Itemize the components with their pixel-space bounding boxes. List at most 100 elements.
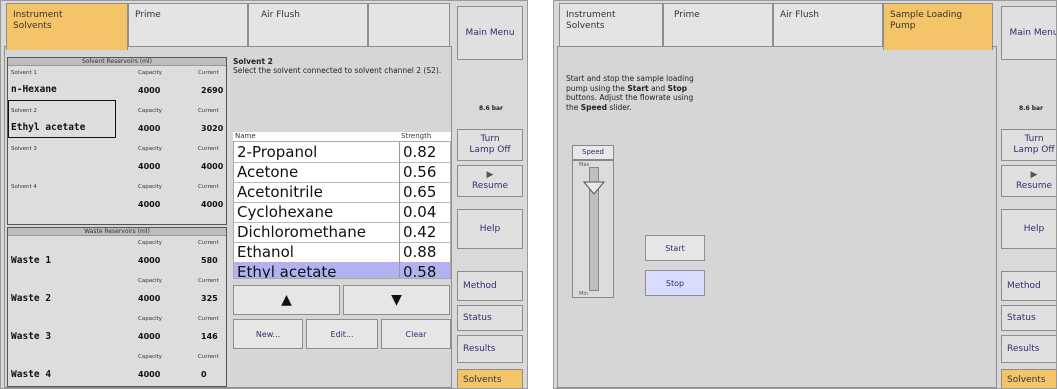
solvent-list-strength: 0.65 (399, 182, 450, 202)
help-button[interactable]: Help (1001, 209, 1056, 249)
solvent-list-name: Ethyl acetate (237, 263, 337, 279)
status-button[interactable]: Status (457, 305, 523, 331)
solvent-reservoir-row[interactable]: Solvent 3 Capacity Current 4000 4000 (8, 143, 226, 181)
current-label: Current (198, 316, 219, 322)
solvent-reservoirs-panel: Solvent Reservoirs (ml) Solvent 1 Capaci… (7, 57, 227, 225)
capacity-label: Capacity (138, 108, 163, 114)
solvent-list-item[interactable]: Acetonitrile 0.65 (234, 182, 450, 203)
results-button[interactable]: Results (457, 335, 523, 363)
tab-instrument-solvents[interactable]: Instrument Solvents (6, 3, 128, 50)
solvent-list-strength: 0.42 (399, 222, 450, 242)
capacity-value: 4000 (138, 124, 161, 133)
tab-instrument-solvents[interactable]: Instrument Solvents (559, 3, 663, 47)
turn-lamp-off-button[interactable]: Turn Lamp Off (457, 129, 523, 161)
solvent-list-header: Name Strength (233, 132, 451, 141)
capacity-label: Capacity (138, 354, 163, 360)
pressure-readout: 8.6 bar (479, 105, 504, 112)
resume-button[interactable]: ▶ Resume (457, 165, 523, 197)
solvent-list-item[interactable]: Ethyl acetate 0.58 (234, 262, 450, 279)
solvent-reservoir-row[interactable]: Solvent 4 Capacity Current 4000 4000 (8, 181, 226, 219)
solvents-button[interactable]: Solvents (457, 369, 523, 388)
scroll-up-button[interactable]: ▲ (233, 285, 340, 315)
main-menu-button[interactable]: Main Menu (1001, 6, 1056, 60)
current-value: 146 (201, 332, 218, 341)
clear-button[interactable]: Clear (381, 319, 451, 349)
tab-air-flush[interactable]: Air Flush (773, 3, 883, 47)
waste-name: Waste 1 (11, 255, 52, 266)
capacity-value: 4000 (138, 86, 161, 95)
current-label: Current (198, 108, 219, 114)
instruction-speed-word: Speed (580, 102, 608, 112)
slider-thumb[interactable] (582, 180, 606, 195)
capacity-label: Capacity (138, 316, 163, 322)
current-value: 4000 (201, 200, 224, 209)
sample-loading-pump-screen: Instrument Solvents Prime Air Flush Samp… (553, 0, 1057, 389)
help-button[interactable]: Help (457, 209, 523, 249)
waste-reservoir-row: Capacity Current Waste 2 4000 325 (8, 275, 226, 313)
solvent-list-item[interactable]: Acetone 0.56 (234, 162, 450, 183)
solvent-list-item[interactable]: 2-Propanol 0.82 (234, 142, 450, 163)
solvent-list-strength: 0.82 (399, 142, 450, 162)
method-button[interactable]: Method (1001, 271, 1056, 301)
instruction-text: Select the solvent connected to solvent … (233, 66, 442, 75)
stop-button[interactable]: Stop (645, 270, 705, 296)
method-button[interactable]: Method (457, 271, 523, 301)
start-button[interactable]: Start (645, 235, 705, 261)
name-column-header: Name (235, 132, 256, 140)
tab-prime[interactable]: Prime (663, 3, 773, 47)
instruction-start-word: Start (627, 83, 649, 93)
solvent-list[interactable]: 2-Propanol 0.82 Acetone 0.56 Acetonitril… (233, 141, 451, 279)
capacity-value: 4000 (138, 256, 161, 265)
turn-lamp-off-button[interactable]: Turn Lamp Off (1001, 129, 1056, 161)
strength-column-header: Strength (401, 132, 432, 140)
new-button[interactable]: New... (233, 319, 303, 349)
solvent-list-strength: 0.56 (399, 162, 450, 182)
current-value: 0 (201, 370, 207, 379)
solvent-list-item[interactable]: Cyclohexane 0.04 (234, 202, 450, 223)
capacity-value: 4000 (138, 200, 161, 209)
instruction-title: Solvent 2 (233, 57, 273, 66)
solvents-screen: Instrument Solvents Prime Air Flush Solv… (0, 0, 528, 389)
speed-label: Speed (572, 145, 614, 160)
tab-sample-loading-pump[interactable]: Sample Loading Pump (883, 3, 993, 50)
current-label: Current (198, 70, 219, 76)
resume-button[interactable]: ▶ Resume (1001, 165, 1056, 197)
resume-label: Resume (471, 181, 509, 191)
solvent-slot-label: Solvent 1 (11, 70, 37, 76)
edit-button[interactable]: Edit... (306, 319, 378, 349)
solvent-list-strength: 0.04 (399, 202, 450, 222)
solvent-list-item[interactable]: Ethanol 0.88 (234, 242, 450, 263)
main-menu-button[interactable]: Main Menu (457, 6, 523, 60)
waste-name: Waste 2 (11, 293, 52, 304)
solvent-name: n-Hexane (11, 84, 57, 95)
instruction-text-4: slider. (607, 102, 632, 112)
status-button[interactable]: Status (1001, 305, 1056, 331)
current-label: Current (198, 240, 219, 246)
waste-reservoirs-panel: Waste Reservoirs (ml) Capacity Current W… (7, 227, 227, 387)
pump-instruction: Start and stop the sample loading pump u… (566, 74, 696, 112)
capacity-label: Capacity (138, 240, 163, 246)
capacity-value: 4000 (138, 370, 161, 379)
current-label: Current (198, 278, 219, 284)
current-value: 580 (201, 256, 218, 265)
tab-prime[interactable]: Prime (128, 3, 248, 47)
current-value: 2690 (201, 86, 224, 95)
waste-reservoir-row: Capacity Current Waste 4 4000 0 (8, 351, 226, 388)
solvents-button[interactable]: Solvents (1001, 369, 1056, 388)
waste-reservoir-row: Capacity Current Waste 3 4000 146 (8, 313, 226, 351)
scroll-down-button[interactable]: ▼ (343, 285, 450, 315)
slider-max-label: Max (579, 162, 590, 168)
solvent-slot-label: Solvent 4 (11, 184, 37, 190)
tab-empty (368, 3, 450, 47)
capacity-value: 4000 (138, 162, 161, 171)
solvent-list-name: Dichloromethane (237, 223, 366, 241)
solvent-slot-label: Solvent 3 (11, 146, 37, 152)
results-button[interactable]: Results (1001, 335, 1056, 363)
solvent-list-item[interactable]: Dichloromethane 0.42 (234, 222, 450, 243)
speed-slider[interactable]: Max Min (572, 160, 614, 298)
play-icon: ▶ (1030, 170, 1038, 180)
tab-air-flush[interactable]: Air Flush (248, 3, 368, 47)
current-value: 325 (201, 294, 218, 303)
capacity-value: 4000 (138, 294, 161, 303)
solvent-list-name: 2-Propanol (237, 143, 318, 161)
